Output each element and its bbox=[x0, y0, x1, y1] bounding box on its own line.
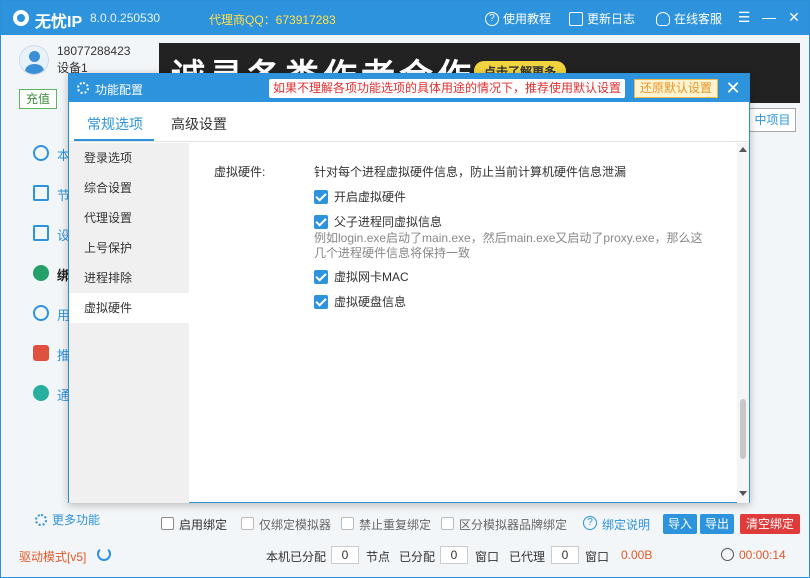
dialog-tip: 如果不理解各项功能选项的具体用途的情况下，推荐使用默认设置 bbox=[269, 79, 626, 98]
emulator-only-checkbox[interactable] bbox=[241, 517, 254, 530]
reset-default-button[interactable]: 还原默认设置 bbox=[634, 79, 719, 98]
no-duplicate-checkbox[interactable] bbox=[341, 517, 354, 530]
dialog-content: 虚拟硬件: 针对每个进程虚拟硬件信息，防止当前计算机硬件信息泄漏 开启虚拟硬件 … bbox=[189, 143, 749, 503]
tutorial-link[interactable]: ? 使用教程 bbox=[485, 10, 551, 27]
sidebar-item-general[interactable]: 综合设置 bbox=[69, 173, 189, 203]
proxied-value: 0 bbox=[551, 546, 579, 564]
checkbox-checked[interactable] bbox=[314, 269, 328, 284]
sidebar-item-process-exclude[interactable]: 进程排除 bbox=[69, 263, 189, 293]
document-icon bbox=[569, 11, 583, 26]
checkbox-checked[interactable] bbox=[314, 189, 328, 204]
tab-underline bbox=[74, 139, 154, 141]
driver-mode[interactable]: 驱动模式[v5] bbox=[19, 548, 86, 565]
hardware-description: 针对每个进程虚拟硬件信息，防止当前计算机硬件信息泄漏 bbox=[314, 165, 627, 179]
avatar[interactable] bbox=[19, 45, 49, 75]
app-version: 8.0.0.250530 bbox=[90, 11, 161, 25]
dialog-title-bar[interactable]: 功能配置 如果不理解各项功能选项的具体用途的情况下，推荐使用默认设置 还原默认设… bbox=[69, 74, 749, 102]
user-phone: 18077288423 bbox=[57, 44, 131, 58]
sidebar-item-protection[interactable]: 上号保护 bbox=[69, 233, 189, 263]
tab-advanced[interactable]: 高级设置 bbox=[171, 114, 227, 134]
sidebar-item-proxy[interactable]: 代理设置 bbox=[69, 203, 189, 233]
no-duplicate-label: 禁止重复绑定 bbox=[359, 518, 432, 532]
scroll-down-icon[interactable] bbox=[739, 491, 747, 496]
menu-icon[interactable]: ☰ bbox=[736, 9, 752, 25]
clock-icon bbox=[721, 548, 734, 561]
scroll-up-icon[interactable] bbox=[739, 147, 747, 152]
export-button[interactable]: 导出 bbox=[700, 514, 734, 534]
timer-value: 00:00:14 bbox=[739, 548, 786, 562]
checkbox-checked[interactable] bbox=[314, 294, 328, 309]
allocated-value: 0 bbox=[440, 546, 468, 564]
traffic-value: 0.00B bbox=[621, 548, 653, 562]
window-label-1: 窗口 bbox=[475, 550, 500, 564]
bind-help-link[interactable]: 绑定说明 bbox=[602, 516, 650, 533]
recharge-button[interactable]: 充值 bbox=[19, 89, 57, 109]
enable-bind-checkbox[interactable] bbox=[161, 517, 174, 530]
local-allocated-label: 本机已分配 bbox=[266, 550, 327, 564]
dialog-title: 功能配置 bbox=[95, 83, 144, 97]
user-icon[interactable] bbox=[33, 305, 49, 321]
project-tab[interactable]: 中项目 bbox=[749, 108, 796, 132]
minimize-icon[interactable]: — bbox=[761, 9, 777, 25]
promote-icon[interactable] bbox=[33, 345, 49, 361]
close-icon[interactable]: ✕ bbox=[723, 78, 743, 98]
virtual-mac-option[interactable]: 虚拟网卡MAC bbox=[314, 268, 409, 285]
allocated-label: 已分配 bbox=[399, 550, 436, 564]
emulator-only-label: 仅绑定模拟器 bbox=[259, 518, 332, 532]
scrollbar[interactable] bbox=[737, 143, 749, 503]
dialog-tabs: 常规选项 高级设置 bbox=[69, 102, 749, 142]
checkbox-checked[interactable] bbox=[314, 214, 328, 229]
enable-bind-label: 启用绑定 bbox=[179, 518, 228, 532]
gear-icon bbox=[35, 513, 47, 526]
help-icon: ? bbox=[485, 11, 499, 26]
brand-distinct-label: 区分模拟器品牌绑定 bbox=[459, 518, 568, 532]
node-label: 节点 bbox=[366, 550, 391, 564]
close-icon[interactable]: ✕ bbox=[786, 9, 802, 25]
headset-icon bbox=[656, 11, 670, 26]
tab-general[interactable]: 常规选项 bbox=[87, 114, 143, 134]
local-allocated-value: 0 bbox=[331, 546, 359, 564]
support-link[interactable]: 在线客服 bbox=[656, 10, 722, 27]
refresh-icon[interactable] bbox=[97, 547, 111, 561]
agent-qq: 代理商QQ：673917283 bbox=[209, 13, 336, 27]
notification-icon[interactable] bbox=[33, 385, 49, 401]
node-tree-icon[interactable] bbox=[33, 185, 49, 201]
sidebar-item-virtual-hardware[interactable]: 虚拟硬件 bbox=[69, 293, 189, 323]
logo-icon bbox=[13, 10, 29, 26]
dialog-sidebar: 登录选项 综合设置 代理设置 上号保护 进程排除 虚拟硬件 bbox=[69, 143, 189, 503]
virtual-disk-option[interactable]: 虚拟硬盘信息 bbox=[314, 293, 406, 310]
clear-bind-button[interactable]: 清空绑定 bbox=[740, 514, 800, 534]
parent-child-note: 例如login.exe启动了main.exe，然后main.exe又启动了pro… bbox=[314, 231, 703, 260]
help-icon[interactable]: ? bbox=[583, 516, 597, 530]
proxied-label: 已代理 bbox=[509, 550, 546, 564]
window-label-2: 窗口 bbox=[585, 550, 610, 564]
more-functions-button[interactable]: 更多功能 bbox=[35, 511, 100, 528]
config-dialog: 功能配置 如果不理解各项功能选项的具体用途的情况下，推荐使用默认设置 还原默认设… bbox=[68, 73, 750, 503]
changelog-link[interactable]: 更新日志 bbox=[569, 10, 635, 27]
device-icon[interactable] bbox=[33, 225, 49, 241]
bind-toolbar: 启用绑定 仅绑定模拟器 禁止重复绑定 区分模拟器品牌绑定 ? 绑定说明 导入 导… bbox=[151, 511, 801, 537]
sidebar-item-login[interactable]: 登录选项 bbox=[69, 143, 189, 173]
status-bar: 驱动模式[v5] 本机已分配 0 节点 已分配 0 窗口 已代理 0 窗口 0.… bbox=[1, 543, 809, 577]
enable-virtual-hardware-option[interactable]: 开启虚拟硬件 bbox=[314, 188, 406, 205]
import-button[interactable]: 导入 bbox=[663, 514, 697, 534]
play-icon[interactable] bbox=[33, 145, 49, 161]
scroll-thumb[interactable] bbox=[740, 399, 746, 459]
gear-icon bbox=[77, 82, 89, 94]
title-bar: 无忧IP 8.0.0.250530 代理商QQ：673917283 ? 使用教程… bbox=[1, 1, 809, 35]
app-name: 无忧IP bbox=[35, 14, 83, 31]
parent-child-option[interactable]: 父子进程同虚拟信息 bbox=[314, 213, 442, 230]
bind-icon[interactable] bbox=[33, 265, 49, 281]
brand-distinct-checkbox[interactable] bbox=[441, 517, 454, 530]
hardware-label: 虚拟硬件: bbox=[214, 165, 266, 179]
